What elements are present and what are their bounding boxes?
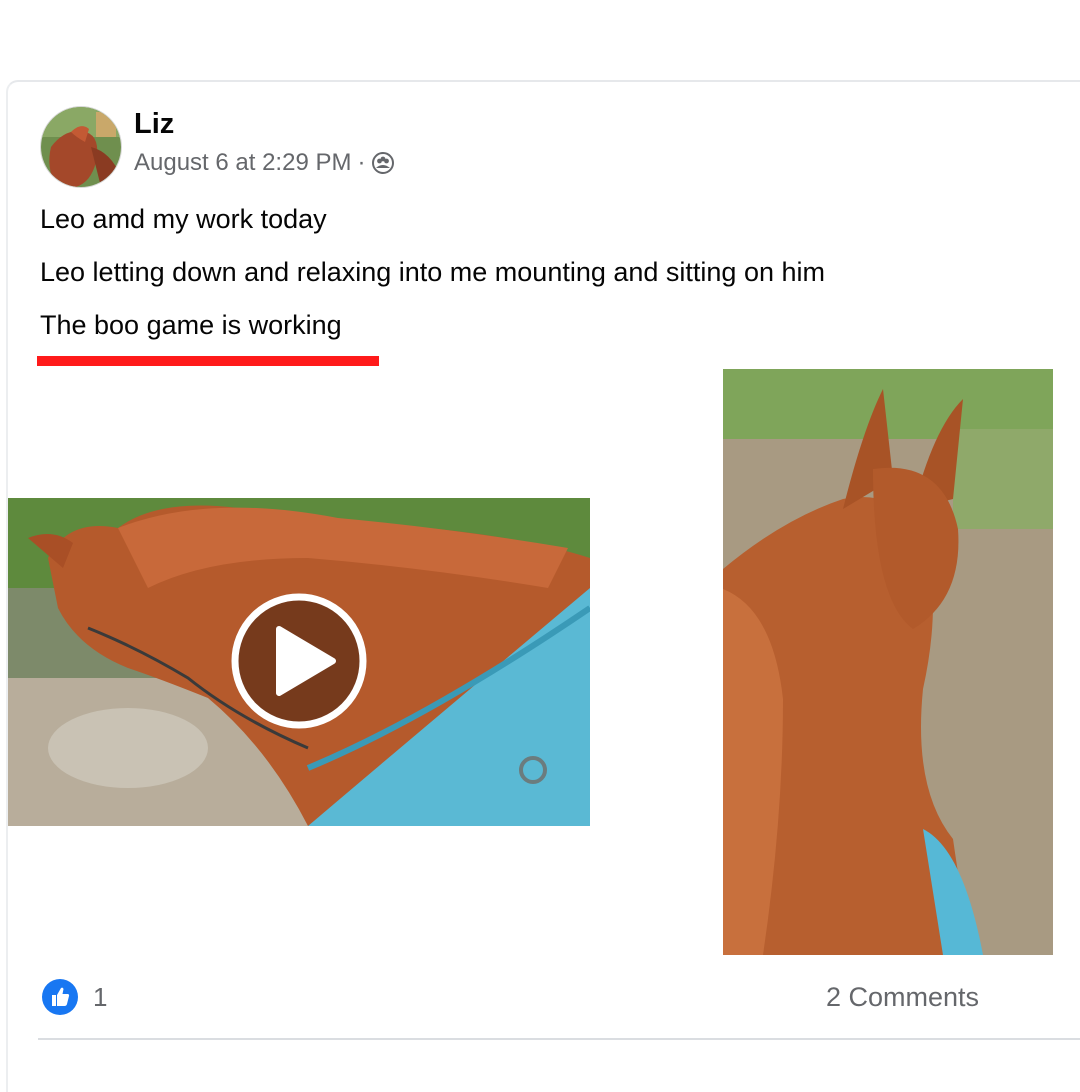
like-icon[interactable] [42,979,78,1015]
red-highlight-underline [37,356,379,366]
friends-icon[interactable] [371,151,395,175]
meta-separator: · [357,149,366,176]
comments-count-link[interactable]: 2 Comments [826,982,979,1013]
play-icon[interactable] [229,591,369,731]
top-blank-area [0,0,1080,78]
photo-thumbnail[interactable] [723,369,1053,955]
avatar-photo [41,107,121,187]
author-avatar[interactable] [40,106,122,188]
footer-divider [38,1038,1080,1040]
author-name[interactable]: Liz [134,108,174,141]
post-timestamp[interactable]: August 6 at 2:29 PM [134,149,351,177]
post-text-line-2: Leo letting down and relaxing into me mo… [40,257,825,287]
post-text-line-3: The boo game is working [40,310,342,340]
post-text-line-1: Leo amd my work today [40,204,327,234]
post-meta: August 6 at 2:29 PM · [134,149,395,177]
like-count[interactable]: 1 [93,982,107,1013]
